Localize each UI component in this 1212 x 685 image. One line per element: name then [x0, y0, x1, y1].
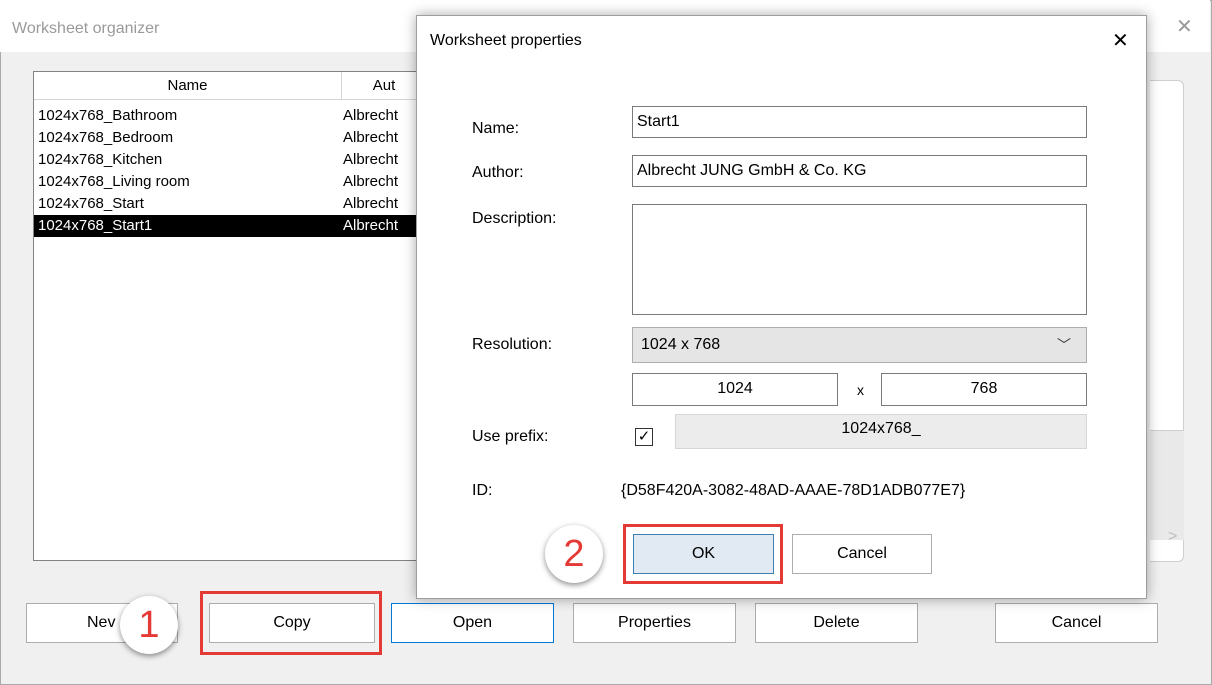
width-field[interactable]: 1024 [632, 373, 838, 406]
resolution-label: Resolution: [472, 336, 553, 353]
list-item-author: Albrecht [343, 173, 399, 190]
preview-info-area [1150, 430, 1184, 540]
dialog-title: Worksheet properties [430, 32, 582, 49]
chevron-down-icon[interactable]: ﹀ [1057, 327, 1071, 363]
close-icon[interactable]: ✕ [1112, 28, 1129, 53]
dialog-cancel-button[interactable]: Cancel [792, 534, 932, 574]
open-button[interactable]: Open [391, 603, 554, 643]
use-prefix-checkbox[interactable]: ✓ [635, 428, 653, 446]
list-item-author: Albrecht [343, 217, 399, 234]
dimension-separator: x [857, 382, 864, 398]
properties-button[interactable]: Properties [573, 603, 736, 643]
list-item-author: Albrecht [343, 195, 399, 212]
copy-button[interactable]: Copy [209, 603, 375, 643]
list-item-author: Albrecht [343, 129, 399, 146]
id-value: {D58F420A-3082-48AD-AAAE-78D1ADB077E7} [621, 482, 966, 499]
close-icon[interactable]: ✕ [1176, 14, 1193, 39]
column-header-author[interactable]: Aut [342, 72, 426, 100]
list-item-author: Albrecht [343, 107, 399, 124]
delete-button[interactable]: Delete [755, 603, 918, 643]
callout-step-2: 2 [545, 525, 603, 583]
list-item-name: 1024x768_Bathroom [38, 107, 178, 124]
list-item-name: 1024x768_Bedroom [38, 129, 174, 146]
list-item-selected[interactable]: 1024x768_Start1 Albrecht [34, 215, 426, 237]
description-label: Description: [472, 210, 557, 227]
list-item-name: 1024x768_Kitchen [38, 151, 163, 168]
name-field[interactable]: Start1 [632, 106, 1087, 138]
ok-button[interactable]: OK [633, 534, 774, 574]
list-item-author: Albrecht [343, 151, 399, 168]
cancel-button[interactable]: Cancel [995, 603, 1158, 643]
list-item-name: 1024x768_Living room [38, 173, 190, 190]
use-prefix-label: Use prefix: [472, 428, 549, 445]
height-field[interactable]: 768 [881, 373, 1087, 406]
list-item[interactable]: 1024x768_Bathroom Albrecht [34, 105, 426, 127]
list-item[interactable]: 1024x768_Living room Albrecht [34, 171, 426, 193]
list-item[interactable]: 1024x768_Bedroom Albrecht [34, 127, 426, 149]
id-label: ID: [472, 482, 493, 499]
resolution-select[interactable]: 1024 x 768 [632, 327, 1087, 363]
scroll-right-icon[interactable]: > [1168, 528, 1177, 546]
author-label: Author: [472, 164, 524, 181]
list-item-name: 1024x768_Start [38, 195, 144, 212]
worksheet-list[interactable]: Name Aut 1024x768_Bathroom Albrecht 1024… [33, 71, 426, 561]
prefix-field: 1024x768_ [675, 414, 1087, 449]
column-header-name[interactable]: Name [34, 72, 342, 100]
callout-step-1: 1 [120, 596, 178, 654]
name-label: Name: [472, 120, 520, 137]
list-item-name: 1024x768_Start1 [38, 217, 153, 234]
author-field[interactable]: Albrecht JUNG GmbH & Co. KG [632, 155, 1087, 187]
worksheet-properties-dialog: Worksheet properties ✕ Name: Start1 Auth… [416, 15, 1147, 599]
list-item[interactable]: 1024x768_Kitchen Albrecht [34, 149, 426, 171]
description-field[interactable] [632, 204, 1087, 315]
list-item[interactable]: 1024x768_Start Albrecht [34, 193, 426, 215]
window-title: Worksheet organizer [12, 20, 160, 37]
